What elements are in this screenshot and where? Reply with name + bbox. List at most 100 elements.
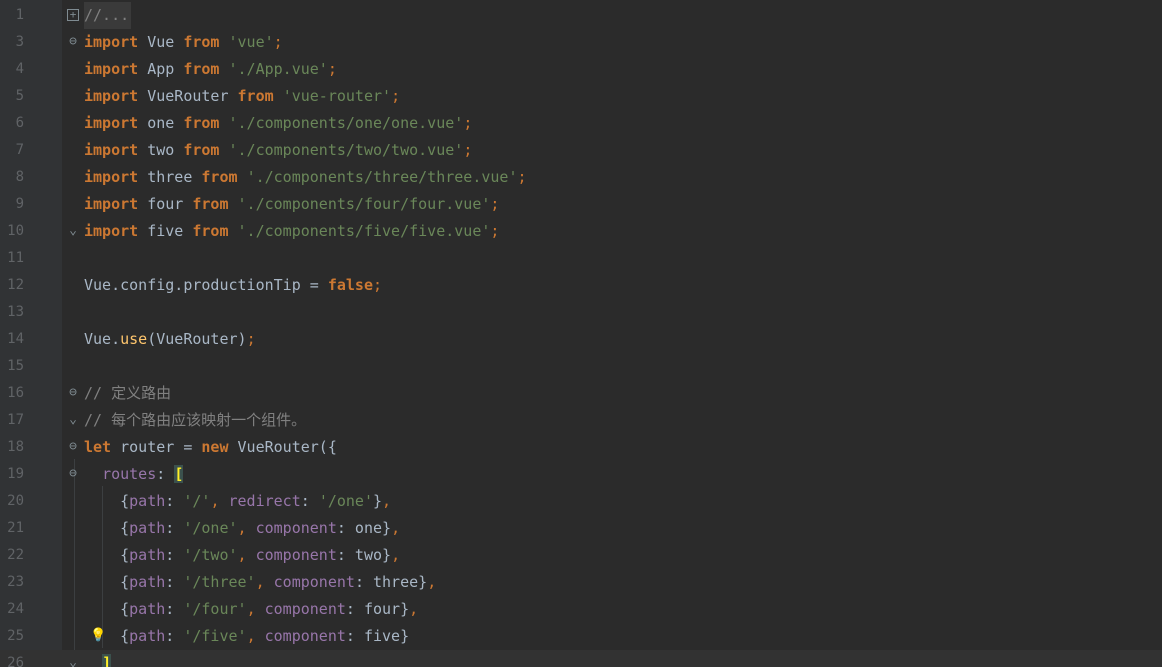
code-text[interactable]: import two from './components/two/two.vu… bbox=[84, 137, 472, 164]
code-token: // 每个路由应该映射一个组件。 bbox=[84, 411, 307, 429]
code-line[interactable]: 5 import VueRouter from 'vue-router'; bbox=[0, 83, 1162, 110]
fold-collapse-icon[interactable]: ⊖ bbox=[67, 467, 79, 480]
line-number: 1 bbox=[15, 7, 24, 23]
code-line[interactable]: 24 {path: '/four', component: four}, bbox=[0, 596, 1162, 623]
code-text[interactable]: Vue.config.productionTip = false; bbox=[84, 272, 382, 299]
code-text[interactable]: Vue.use(VueRouter); bbox=[84, 326, 256, 353]
code-token: '/three' bbox=[183, 573, 256, 591]
code-line[interactable]: 25 💡 {path: '/five', component: five} bbox=[0, 623, 1162, 650]
code-text[interactable]: ] bbox=[84, 650, 112, 667]
code-line[interactable]: 13 bbox=[0, 299, 1162, 326]
code-token: : four} bbox=[345, 600, 410, 618]
code-line[interactable]: 26 ⌄ ] bbox=[0, 650, 1162, 667]
code-text[interactable]: // 每个路由应该映射一个组件。 bbox=[84, 407, 306, 434]
code-line[interactable]: 7 import two from './components/two/two.v… bbox=[0, 137, 1162, 164]
code-token: ] bbox=[102, 654, 112, 667]
code-token: , bbox=[391, 519, 401, 537]
code-token: './components/three/three.vue' bbox=[246, 168, 518, 186]
code-token: 'vue' bbox=[228, 33, 274, 51]
code-token: : bbox=[156, 465, 175, 483]
code-text[interactable]: let router = new VueRouter({ bbox=[84, 434, 337, 461]
fold-collapse-icon[interactable]: ⊖ bbox=[67, 440, 79, 453]
code-text[interactable]: import four from './components/four/four… bbox=[84, 191, 499, 218]
fold-end-icon[interactable]: ⌄ bbox=[67, 656, 79, 667]
code-line[interactable]: 14 Vue.use(VueRouter); bbox=[0, 326, 1162, 353]
code-line[interactable]: 19 ⊖ routes: [ bbox=[0, 461, 1162, 488]
fold-collapse-icon[interactable]: ⊖ bbox=[67, 35, 79, 48]
code-line[interactable]: 8 import three from './components/three/t… bbox=[0, 164, 1162, 191]
fold-end-icon[interactable]: ⌄ bbox=[67, 413, 79, 426]
code-token: let bbox=[84, 438, 112, 456]
code-token: , bbox=[237, 519, 256, 537]
code-token: ; bbox=[373, 276, 383, 294]
code-line[interactable]: 12 Vue.config.productionTip = false; bbox=[0, 272, 1162, 299]
code-token: ; bbox=[391, 87, 401, 105]
code-text[interactable]: {path: '/two', component: two}, bbox=[84, 542, 400, 569]
fold-expand-icon[interactable]: + bbox=[67, 9, 79, 21]
code-text[interactable]: {path: '/three', component: three}, bbox=[84, 569, 436, 596]
code-text[interactable]: import three from './components/three/th… bbox=[84, 164, 527, 191]
code-token: ; bbox=[517, 168, 527, 186]
code-token: Vue bbox=[138, 33, 184, 51]
code-token: from bbox=[237, 87, 274, 105]
line-number: 6 bbox=[15, 115, 24, 131]
code-line[interactable]: 6 import one from './components/one/one.v… bbox=[0, 110, 1162, 137]
code-line[interactable]: 10 ⌄ import five from './components/five/f… bbox=[0, 218, 1162, 245]
code-text[interactable]: import VueRouter from 'vue-router'; bbox=[84, 83, 400, 110]
code-token: from bbox=[183, 114, 220, 132]
code-text[interactable]: {path: '/one', component: one}, bbox=[84, 515, 400, 542]
code-line[interactable]: 1 + //... bbox=[0, 2, 1162, 29]
code-token: from bbox=[183, 33, 220, 51]
code-line[interactable]: 18 ⊖ let router = new VueRouter({ bbox=[0, 434, 1162, 461]
code-token: path bbox=[129, 546, 166, 564]
code-text[interactable]: import Vue from 'vue'; bbox=[84, 29, 283, 56]
code-line[interactable]: 11 bbox=[0, 245, 1162, 272]
code-line[interactable]: 9 import four from './components/four/fou… bbox=[0, 191, 1162, 218]
line-number: 8 bbox=[15, 169, 24, 185]
code-line[interactable]: 21 {path: '/one', component: one}, bbox=[0, 515, 1162, 542]
code-token: (VueRouter) bbox=[147, 330, 247, 348]
code-text[interactable]: {path: '/five', component: five} bbox=[84, 623, 409, 650]
code-token: import bbox=[84, 195, 139, 213]
line-number: 22 bbox=[7, 547, 24, 563]
code-editor[interactable]: 1 + //... 3 ⊖ import Vue from 'vue'; 4 import A… bbox=[0, 0, 1162, 667]
line-number: 11 bbox=[7, 250, 24, 266]
code-text[interactable]: import five from './components/five/five… bbox=[84, 218, 499, 245]
code-token: { bbox=[84, 573, 130, 591]
code-line[interactable]: 3 ⊖ import Vue from 'vue'; bbox=[0, 29, 1162, 56]
code-token: , bbox=[237, 546, 256, 564]
code-text[interactable]: {path: '/', redirect: '/one'}, bbox=[84, 488, 391, 515]
code-token: ; bbox=[246, 330, 256, 348]
line-number: 5 bbox=[15, 88, 24, 104]
code-text[interactable]: import one from './components/one/one.vu… bbox=[84, 110, 472, 137]
code-line[interactable]: 4 import App from './App.vue'; bbox=[0, 56, 1162, 83]
code-text[interactable]: {path: '/four', component: four}, bbox=[84, 596, 418, 623]
code-line[interactable]: 17 ⌄ // 每个路由应该映射一个组件。 bbox=[0, 407, 1162, 434]
code-line[interactable]: 22 {path: '/two', component: two}, bbox=[0, 542, 1162, 569]
line-number: 7 bbox=[15, 142, 24, 158]
code-token: five bbox=[138, 222, 193, 240]
code-token: ; bbox=[490, 195, 500, 213]
code-token: //... bbox=[84, 6, 130, 24]
line-number: 25 bbox=[7, 628, 24, 644]
code-text[interactable]: import App from './App.vue'; bbox=[84, 56, 337, 83]
line-number: 17 bbox=[7, 412, 24, 428]
code-line[interactable]: 20 {path: '/', redirect: '/one'}, bbox=[0, 488, 1162, 515]
code-line[interactable]: 16 ⊖ // 定义路由 bbox=[0, 380, 1162, 407]
code-token: Vue. bbox=[84, 330, 121, 348]
code-token: , bbox=[210, 492, 229, 510]
code-token: component bbox=[255, 546, 337, 564]
code-token: two bbox=[138, 141, 184, 159]
code-token: : bbox=[300, 492, 319, 510]
code-token: import bbox=[84, 168, 139, 186]
fold-collapse-icon[interactable]: ⊖ bbox=[67, 386, 79, 399]
code-text[interactable]: // 定义路由 bbox=[84, 380, 171, 407]
code-line[interactable]: 23 {path: '/three', component: three}, bbox=[0, 569, 1162, 596]
code-line[interactable]: 15 bbox=[0, 353, 1162, 380]
code-text[interactable]: //... bbox=[84, 2, 132, 29]
code-text[interactable]: routes: [ bbox=[84, 461, 184, 488]
fold-end-icon[interactable]: ⌄ bbox=[67, 224, 79, 237]
code-token: path bbox=[129, 519, 166, 537]
